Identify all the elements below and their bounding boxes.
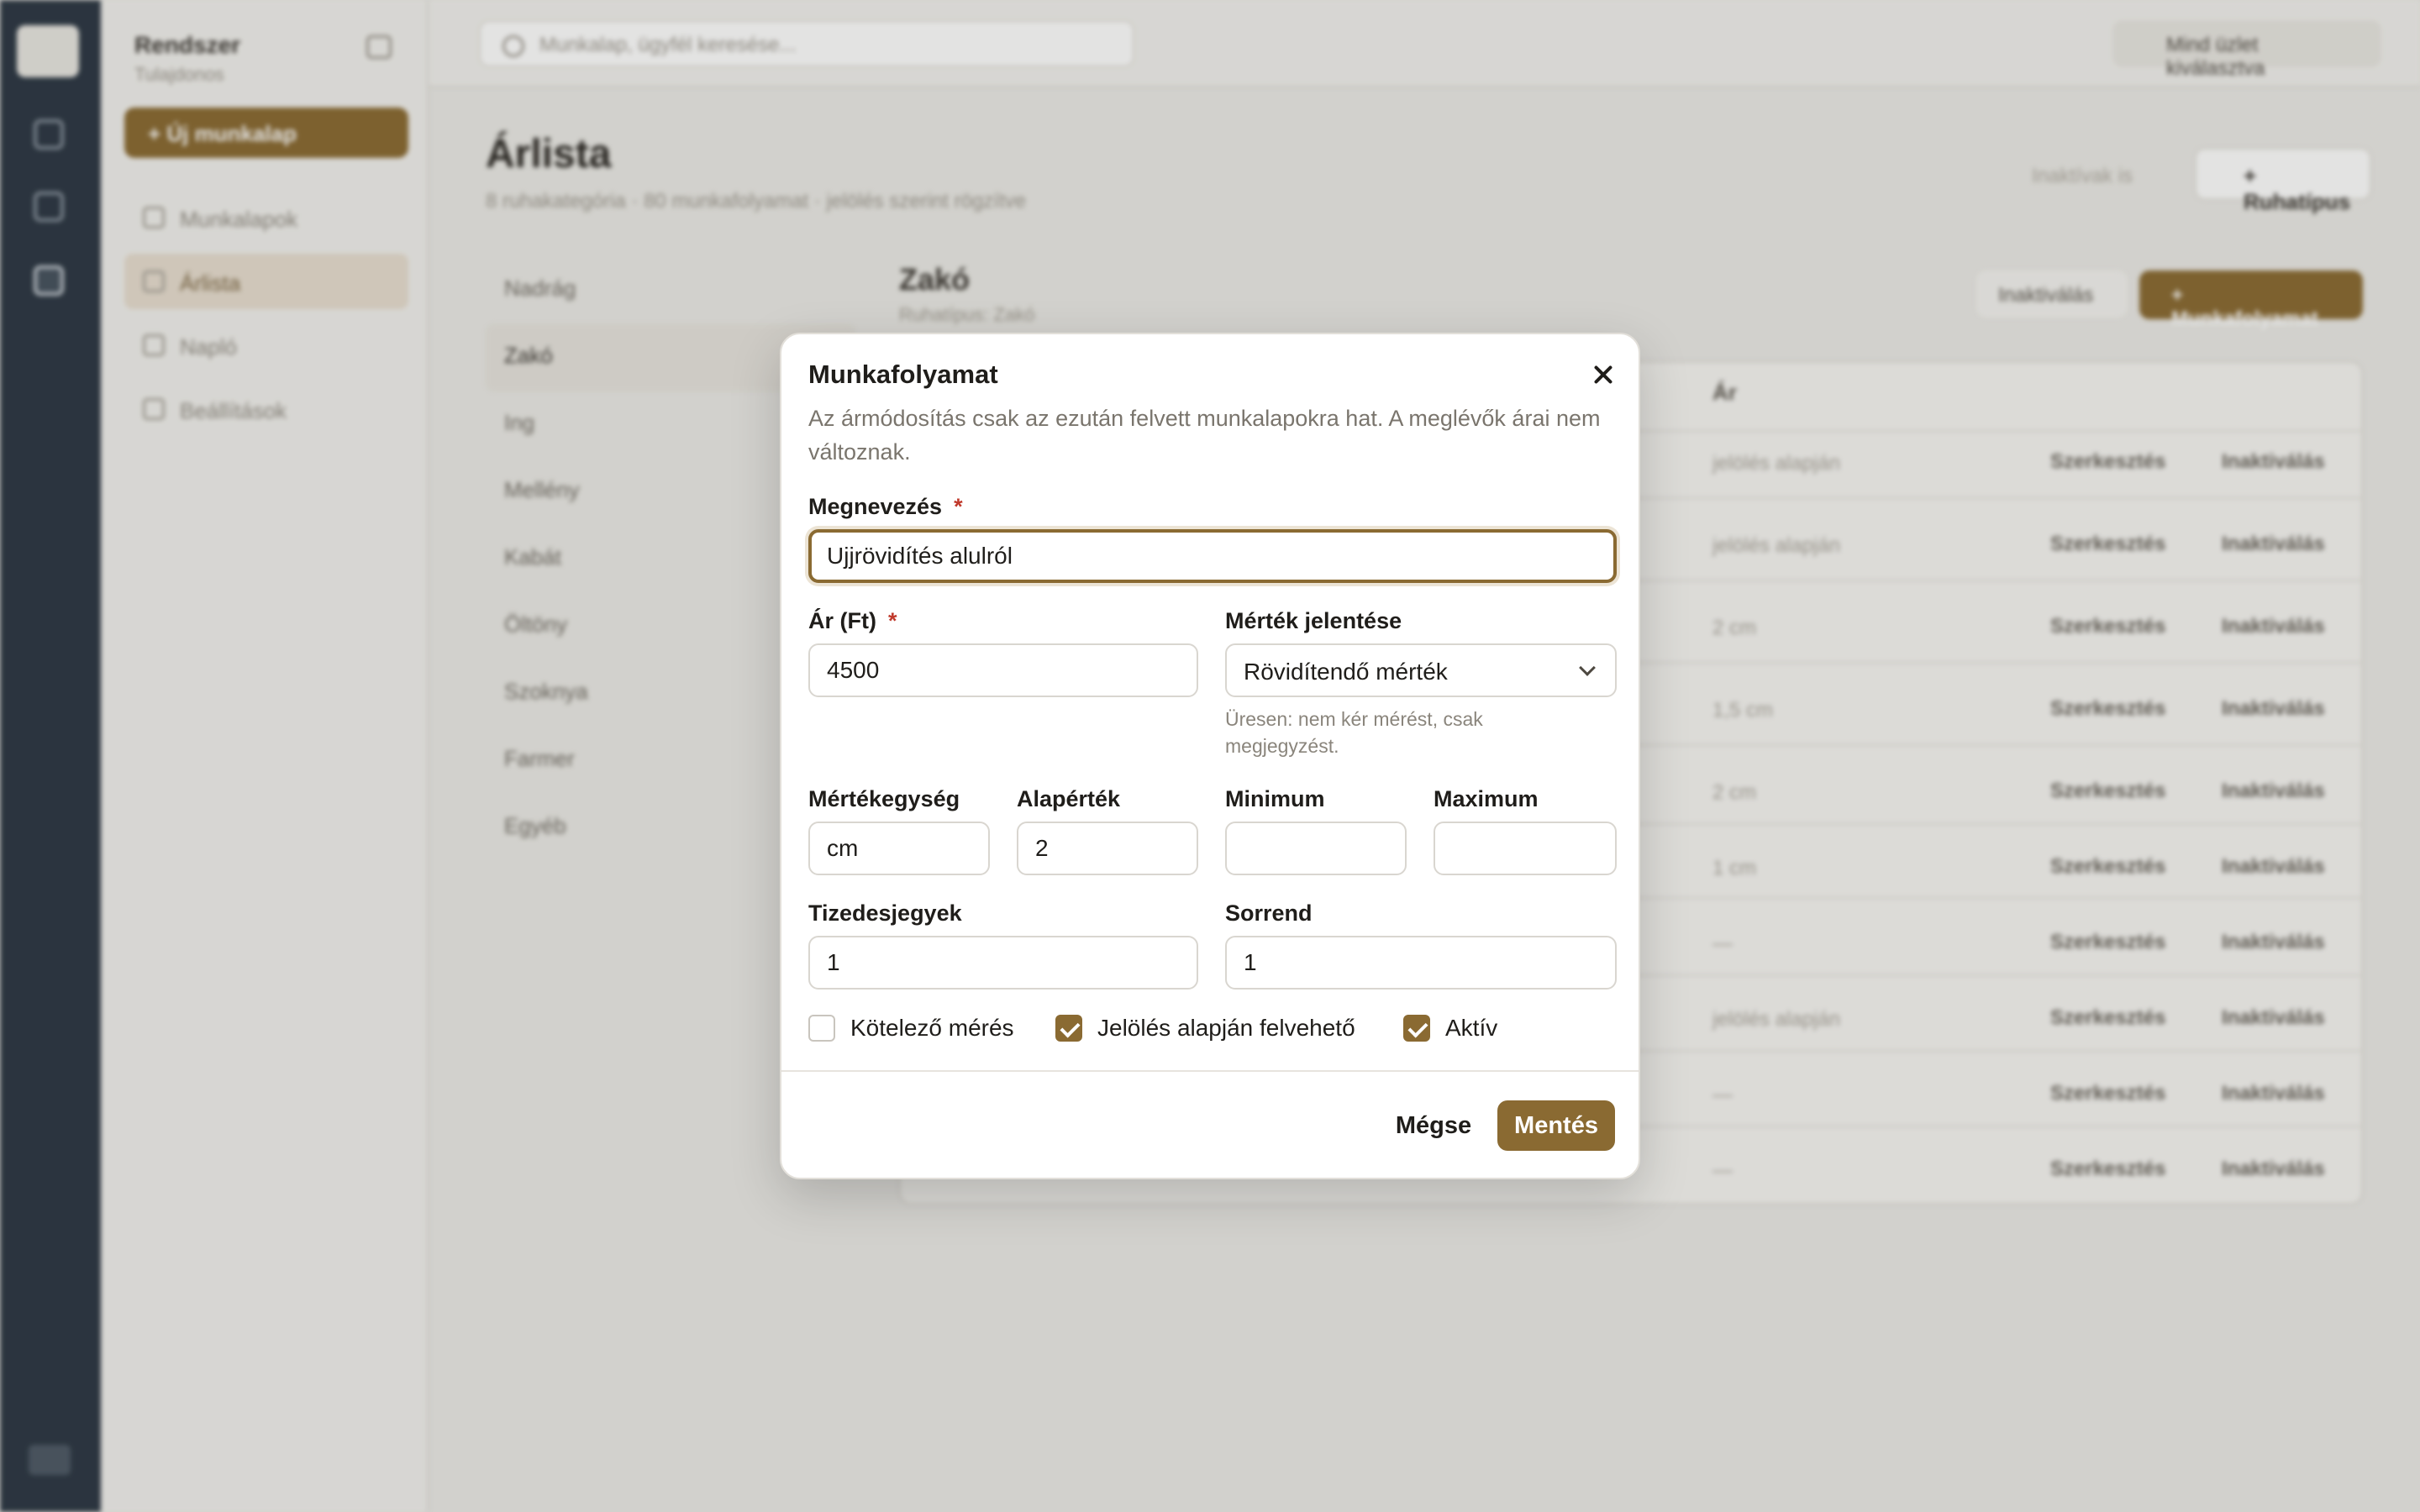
checkbox-label: Kötelező mérés [850, 1015, 1014, 1041]
checkbox-label: Jelölés alapján felvehető [1097, 1015, 1355, 1041]
unit-input[interactable] [808, 822, 990, 875]
checkbox-box-checked[interactable] [1403, 1015, 1430, 1042]
dialog-description: Az ármódosítás csak az ezután felvett mu… [808, 406, 1601, 465]
checkbox-label: Aktív [1445, 1015, 1498, 1041]
order-label: Sorrend [1225, 900, 1313, 926]
workflow-dialog: Munkafolyamat Az ármódosítás csak az ezu… [780, 333, 1640, 1179]
maximum-input[interactable] [1434, 822, 1617, 875]
price-label-text: Ár (Ft) [808, 608, 876, 633]
name-input[interactable] [808, 529, 1617, 583]
checkbox-box-checked[interactable] [1055, 1015, 1082, 1042]
cancel-button[interactable]: Mégse [1383, 1100, 1484, 1151]
required-marker: * [954, 494, 963, 519]
close-icon[interactable] [1588, 360, 1618, 390]
minimum-input[interactable] [1225, 822, 1407, 875]
name-label-text: Megnevezés [808, 494, 943, 519]
unit-label: Mértékegység [808, 786, 960, 811]
mark-based-checkbox[interactable]: Jelölés alapján felvehető [1055, 1015, 1355, 1042]
measure-meaning-select[interactable]: Rövidítendő mérték [1225, 643, 1617, 697]
default-label: Alapérték [1017, 786, 1121, 811]
required-marker: * [887, 608, 897, 633]
chevron-down-icon [1579, 659, 1596, 676]
price-label: Ár (Ft) * [808, 608, 897, 634]
measure-meaning-label: Mérték jelentése [1225, 608, 1402, 633]
minimum-label: Minimum [1225, 786, 1325, 811]
name-label: Megnevezés * [808, 494, 963, 520]
order-input[interactable] [1225, 936, 1617, 990]
maximum-label: Maximum [1434, 786, 1539, 811]
price-input[interactable] [808, 643, 1198, 697]
save-button[interactable]: Mentés [1497, 1100, 1615, 1151]
checkbox-box[interactable] [808, 1015, 835, 1042]
required-measure-checkbox[interactable]: Kötelező mérés [808, 1015, 1014, 1042]
decimals-label: Tizedesjegyek [808, 900, 962, 926]
active-checkbox[interactable]: Aktív [1403, 1015, 1497, 1042]
decimals-input[interactable] [808, 936, 1198, 990]
measure-meaning-value: Rövidítendő mérték [1244, 659, 1448, 685]
default-input[interactable] [1017, 822, 1198, 875]
dialog-title: Munkafolyamat [808, 360, 998, 389]
measure-hint: Üresen: nem kér mérést, csak megjegyzést… [1225, 708, 1483, 757]
footer-divider [781, 1070, 1639, 1072]
